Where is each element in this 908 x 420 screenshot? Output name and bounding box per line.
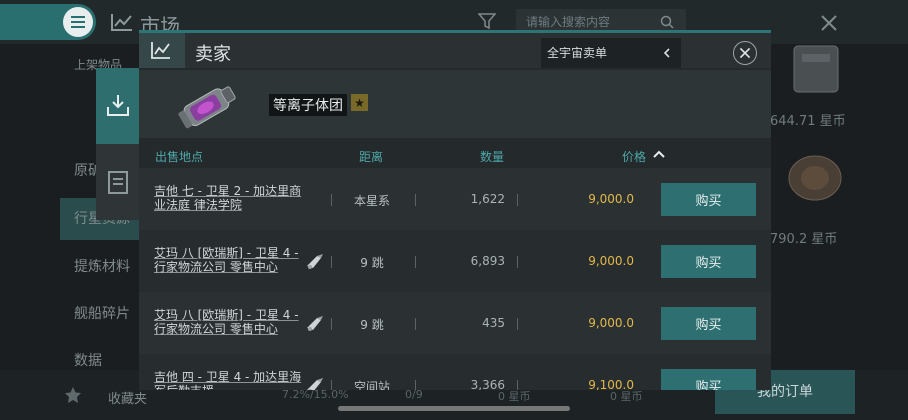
seller-row: 艾玛 八 [欧瑞斯] - 卫星 4 - 行家物流公司 零售中心 9 跳 435 … [139,292,771,354]
column-price[interactable]: 价格 [622,148,646,165]
column-divider [415,318,416,330]
hamburger-icon [63,7,93,37]
buy-button[interactable]: 购买 [661,183,756,216]
category-data[interactable]: 数据 [74,350,102,370]
distance-value: 空间站 [353,380,390,390]
seller-row: 吉他 七 - 卫星 2 - 加达里商业法庭 律法学院 本星系 1,622 9,0… [139,168,771,230]
column-quantity[interactable]: 数量 [480,148,504,165]
column-divider [331,380,332,390]
column-divider [517,380,518,390]
column-divider [517,256,518,268]
wallet-balance: 0 星币 [610,390,643,403]
price-value: 9,000.0 [588,254,634,268]
item-name: 等离子体团 [269,94,347,116]
seller-panel: 卖家 全宇宙卖单 等离子体团 ★ 出售地点 距离 数量 价格 吉他 七 - 卫星… [139,30,771,390]
distance-value: 9 跳 [360,256,384,270]
panel-icon-box [139,33,185,68]
buy-button[interactable]: 购买 [661,245,756,278]
item-thumbnail[interactable] [780,40,850,102]
quantity-value: 6,893 [470,254,505,268]
favorites-button[interactable]: 收藏夹 [108,388,147,407]
panel-header: 卖家 全宇宙卖单 [139,30,771,68]
star-icon [65,387,81,403]
price-value: 9,000.0 [588,316,634,330]
item-price: 644.71 星币 [770,114,846,129]
sell-location[interactable]: 艾玛 八 [欧瑞斯] - 卫星 4 - 行家物流公司 零售中心 [154,308,304,336]
category-ship-fragments[interactable]: 舰船碎片 [74,303,130,323]
favorite-star-icon[interactable]: ★ [351,94,368,111]
main-menu-button[interactable] [0,4,96,40]
escrow-balance: 0 星币 [498,390,531,403]
buy-button[interactable]: 购买 [661,369,756,390]
sell-tab[interactable] [96,68,140,144]
region-selector[interactable]: 全宇宙卖单 [541,38,681,68]
ship-route-icon [307,254,323,269]
chart-icon [111,14,132,31]
filter-icon[interactable] [478,12,496,30]
sell-location[interactable]: 艾玛 八 [欧瑞斯] - 卫星 4 - 行家物流公司 零售中心 [154,246,304,274]
market-item-grid: 644.71 星币 790.2 星币 [770,40,908,390]
ship-route-icon [307,316,323,331]
seller-row: 吉他 四 - 卫星 4 - 加达里海军后勤支援 空间站 3,366 9,100.… [139,354,771,390]
clipboard-icon [108,171,128,194]
sell-location[interactable]: 吉他 四 - 卫星 4 - 加达里海军后勤支援 [154,370,304,390]
column-divider [415,380,416,390]
search-icon[interactable] [660,15,674,29]
column-distance[interactable]: 距离 [359,148,383,165]
quantity-value: 3,366 [470,378,505,390]
column-divider [517,318,518,330]
column-divider [415,194,416,206]
price-value: 9,000.0 [588,192,634,206]
item-price: 790.2 星币 [770,232,838,247]
distance-value: 本星系 [353,194,390,208]
region-selector-label: 全宇宙卖单 [547,46,608,60]
quantity-value: 435 [482,316,505,330]
item-summary: 等离子体团 ★ [139,70,771,138]
column-divider [517,194,518,206]
column-location: 出售地点 [155,150,204,164]
home-indicator [338,406,570,411]
seller-row: 艾玛 八 [欧瑞斯] - 卫星 4 - 行家物流公司 零售中心 9 跳 6,89… [139,230,771,292]
item-thumbnail[interactable] [780,148,850,210]
sort-ascending-icon[interactable] [653,150,665,158]
price-value: 9,100.0 [588,378,634,390]
column-divider [331,318,332,330]
chart-icon [151,42,170,59]
close-icon[interactable] [820,14,838,32]
column-divider [331,256,332,268]
orders-tab[interactable] [96,144,140,220]
download-tray-icon [107,95,129,116]
distance-value: 9 跳 [360,318,384,332]
ship-route-icon [307,378,323,390]
panel-title: 卖家 [195,44,231,65]
buy-button[interactable]: 购买 [661,307,756,340]
sell-location[interactable]: 吉他 七 - 卫星 2 - 加达里商业法庭 律法学院 [154,184,304,212]
column-divider [331,194,332,206]
close-icon[interactable] [733,41,757,65]
quantity-value: 1,622 [470,192,505,206]
chevron-left-icon [663,48,670,58]
column-divider [415,256,416,268]
category-refined-materials[interactable]: 提炼材料 [74,256,130,276]
plasma-canister-image [178,86,236,129]
